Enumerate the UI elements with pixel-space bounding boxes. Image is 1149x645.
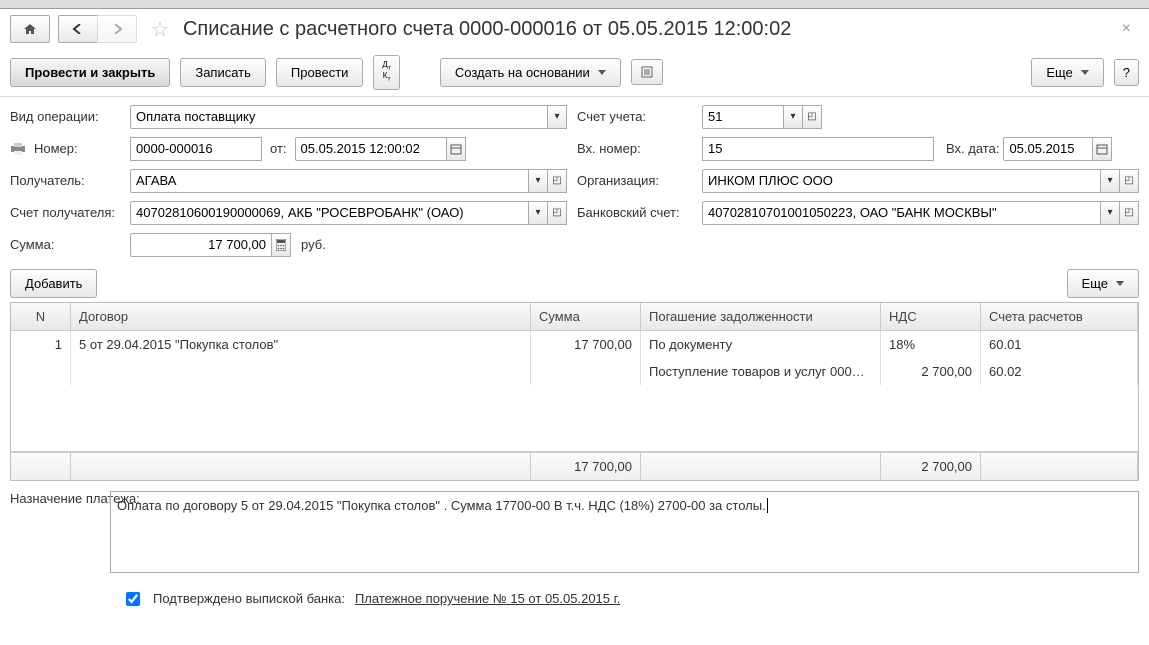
forward-button — [97, 15, 137, 43]
recipient-dropdown[interactable]: ▾ — [528, 169, 547, 193]
table-row[interactable]: 1 5 от 29.04.2015 "Покупка столов" 17 70… — [11, 331, 1138, 358]
post-and-close-button[interactable]: Провести и закрыть — [10, 58, 170, 87]
footer-vat: 2 700,00 — [881, 453, 981, 480]
details-table: N Договор Сумма Погашение задолженности … — [10, 302, 1139, 481]
table-row[interactable]: Поступление товаров и услуг 000… 2 700,0… — [11, 358, 1138, 385]
date-cal-button[interactable] — [446, 137, 466, 161]
toolbar: Провести и закрыть Записать Провести ДтК… — [0, 49, 1149, 97]
in-number-input[interactable] — [702, 137, 934, 161]
sum-calc-button[interactable] — [271, 233, 291, 257]
dt-kt-button[interactable]: ДтКт — [373, 55, 399, 90]
th-contract[interactable]: Договор — [71, 303, 531, 330]
account-dropdown[interactable]: ▾ — [783, 105, 802, 129]
label-recip-acct: Счет получателя: — [10, 205, 120, 220]
label-rub: руб. — [301, 237, 326, 252]
label-sum: Сумма: — [10, 237, 120, 252]
more-button[interactable]: Еще — [1031, 58, 1103, 87]
org-open[interactable]: ◰ — [1119, 169, 1139, 193]
table-more-button[interactable]: Еще — [1067, 269, 1139, 298]
print-icon[interactable] — [10, 142, 26, 156]
sum-input[interactable] — [130, 233, 271, 257]
recip-acct-input[interactable] — [130, 201, 528, 225]
number-input[interactable] — [130, 137, 262, 161]
purpose-textarea[interactable]: Оплата по договору 5 от 29.04.2015 "Поку… — [110, 491, 1139, 573]
add-row-button[interactable]: Добавить — [10, 269, 97, 298]
recip-acct-open[interactable]: ◰ — [547, 201, 567, 225]
account-open[interactable]: ◰ — [802, 105, 822, 129]
favorite-star-icon[interactable]: ☆ — [151, 17, 169, 42]
label-purpose: Назначение платежа: — [10, 491, 100, 508]
recip-acct-dropdown[interactable]: ▾ — [528, 201, 547, 225]
attachment-button[interactable] — [631, 59, 663, 85]
home-button[interactable] — [10, 15, 50, 43]
post-button[interactable]: Провести — [276, 58, 364, 87]
page-title: Списание с расчетного счета 0000-000016 … — [183, 18, 791, 41]
recipient-input[interactable] — [130, 169, 528, 193]
label-from: от: — [270, 141, 287, 156]
bank-acct-dropdown[interactable]: ▾ — [1100, 201, 1119, 225]
header: ☆ Списание с расчетного счета 0000-00001… — [0, 9, 1149, 49]
close-button[interactable]: × — [1114, 20, 1139, 38]
date-input[interactable] — [295, 137, 446, 161]
label-recipient: Получатель: — [10, 173, 120, 188]
label-account: Счет учета: — [577, 109, 692, 124]
bank-acct-input[interactable] — [702, 201, 1100, 225]
in-date-input[interactable] — [1003, 137, 1092, 161]
create-based-on-button[interactable]: Создать на основании — [440, 58, 621, 87]
recipient-open[interactable]: ◰ — [547, 169, 567, 193]
th-accounts[interactable]: Счета расчетов — [981, 303, 1138, 330]
label-confirmed: Подтверждено выпиской банка: — [153, 591, 345, 606]
label-number: Номер: — [34, 141, 78, 156]
label-op-type: Вид операции: — [10, 109, 120, 124]
th-sum[interactable]: Сумма — [531, 303, 641, 330]
confirmed-checkbox[interactable] — [126, 592, 140, 606]
org-input[interactable] — [702, 169, 1100, 193]
label-in-date: Вх. дата: — [946, 141, 999, 156]
footer-sum: 17 700,00 — [531, 453, 641, 480]
org-dropdown[interactable]: ▾ — [1100, 169, 1119, 193]
th-vat[interactable]: НДС — [881, 303, 981, 330]
th-n[interactable]: N — [11, 303, 71, 330]
bank-acct-open[interactable]: ◰ — [1119, 201, 1139, 225]
back-button[interactable] — [58, 15, 97, 43]
label-org: Организация: — [577, 173, 692, 188]
payment-order-link[interactable]: Платежное поручение № 15 от 05.05.2015 г… — [355, 591, 620, 606]
in-date-cal-button[interactable] — [1092, 137, 1112, 161]
help-button[interactable]: ? — [1114, 59, 1139, 86]
label-in-number: Вх. номер: — [577, 141, 692, 156]
label-bank-acct: Банковский счет: — [577, 205, 692, 220]
account-input[interactable] — [702, 105, 783, 129]
save-button[interactable]: Записать — [180, 58, 266, 87]
th-debt[interactable]: Погашение задолженности — [641, 303, 881, 330]
op-type-dropdown[interactable]: ▾ — [547, 105, 567, 129]
op-type-input[interactable] — [130, 105, 547, 129]
